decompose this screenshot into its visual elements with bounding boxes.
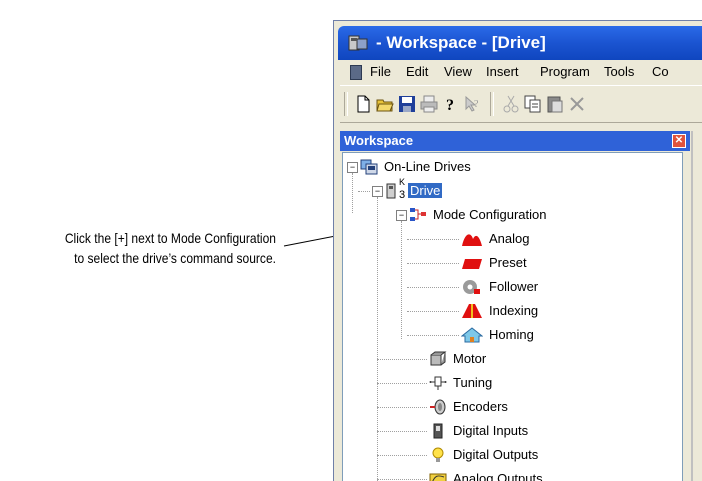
tree-label-indexing: Indexing — [489, 303, 539, 318]
open-icon[interactable] — [376, 95, 394, 113]
indexing-icon — [462, 304, 482, 318]
home-icon — [461, 327, 483, 343]
instruction-callout: Click the [+] next to Mode Configuration… — [0, 228, 276, 268]
tree-connector — [407, 335, 459, 336]
callout-line-1: Click the [+] next to Mode Configuration — [64, 230, 276, 246]
context-help-icon[interactable]: ? — [464, 95, 482, 113]
tree-label-analog: Analog — [489, 231, 530, 246]
follower-icon — [463, 280, 480, 294]
callout-line-2: to select the drive’s command source. — [74, 250, 276, 266]
tree-label-homing: Homing — [489, 327, 534, 342]
tree-label-tuning: Tuning — [453, 375, 493, 390]
tree-connector — [352, 173, 353, 213]
drive-subscript: 3 — [399, 189, 406, 201]
tree-connector — [377, 431, 427, 432]
tuning-icon — [429, 376, 447, 390]
tree-label-motor: Motor — [453, 351, 487, 366]
document-area-edge — [691, 131, 702, 481]
document-icon[interactable] — [350, 65, 362, 80]
tree-label-drive: Drive — [408, 183, 443, 198]
toolbar-separator — [490, 92, 494, 116]
tree-connector — [407, 263, 459, 264]
menu-bar: File Edit View Insert Program Tools Co — [340, 61, 702, 83]
paste-icon[interactable] — [546, 95, 564, 113]
analog-icon — [462, 234, 482, 246]
motor-icon — [430, 351, 447, 366]
tree-label-online-drives: On-Line Drives — [384, 159, 471, 174]
tree-connector — [407, 239, 459, 240]
close-icon[interactable]: ✕ — [672, 134, 686, 148]
tree-label-encoders: Encoders — [453, 399, 508, 414]
tree-connector — [377, 359, 427, 360]
delete-icon[interactable] — [568, 95, 586, 113]
tree-connector — [377, 455, 427, 456]
menu-view[interactable]: View — [444, 64, 472, 79]
app-icon — [348, 35, 368, 51]
encoder-icon — [430, 399, 446, 415]
mode-configuration-icon — [410, 208, 426, 221]
drive-superscript: K — [399, 177, 406, 187]
workspace-pane-title: Workspace — [344, 133, 414, 148]
help-icon[interactable]: ? — [442, 95, 460, 113]
menu-connect[interactable]: Co — [652, 64, 669, 79]
tree-connector — [377, 407, 427, 408]
window-title: - Workspace - [Drive] — [376, 33, 546, 52]
tree-label-mode-configuration: Mode Configuration — [433, 207, 547, 222]
new-icon[interactable] — [354, 95, 372, 113]
save-icon[interactable] — [398, 95, 416, 113]
copy-icon[interactable] — [524, 95, 542, 113]
print-icon[interactable] — [420, 95, 438, 113]
tree-connector — [407, 311, 459, 312]
menu-insert[interactable]: Insert — [486, 64, 519, 79]
tree-label-digital-outputs: Digital Outputs — [453, 447, 539, 462]
tree-label-follower: Follower — [489, 279, 539, 294]
workspace-pane-header: Workspace ✕ — [340, 131, 690, 151]
online-drives-icon — [360, 159, 378, 175]
menu-tools[interactable]: Tools — [604, 64, 634, 79]
menu-file[interactable]: File — [370, 64, 391, 79]
toolbar: ? ? — [340, 85, 702, 123]
expand-mode-configuration-button[interactable]: − — [396, 210, 407, 221]
tree-label-digital-inputs: Digital Inputs — [453, 423, 529, 438]
svg-text:?: ? — [474, 99, 479, 110]
collapse-drive-button[interactable]: − — [372, 186, 383, 197]
lightbulb-icon — [432, 447, 444, 462]
tree-connector — [401, 221, 402, 339]
toolbar-grip[interactable] — [344, 92, 348, 116]
digital-inputs-icon — [433, 423, 443, 439]
cut-icon[interactable] — [502, 95, 520, 113]
menu-edit[interactable]: Edit — [406, 64, 428, 79]
menu-program[interactable]: Program — [540, 64, 590, 79]
tree-connector — [377, 383, 427, 384]
svg-text:?: ? — [446, 97, 454, 113]
tree-connector — [358, 191, 370, 192]
collapse-online-drives-button[interactable]: − — [347, 162, 358, 173]
workspace-tree[interactable]: − − − On-Line Drives K 3 Drive Mode Conf… — [342, 152, 683, 481]
tree-connector — [407, 287, 459, 288]
application-window: - Workspace - [Drive] File Edit View Ins… — [333, 20, 702, 481]
title-bar: - Workspace - [Drive] — [338, 26, 702, 60]
preset-icon — [462, 259, 482, 269]
tree-connector — [377, 197, 378, 481]
tree-label-preset: Preset — [489, 255, 527, 270]
